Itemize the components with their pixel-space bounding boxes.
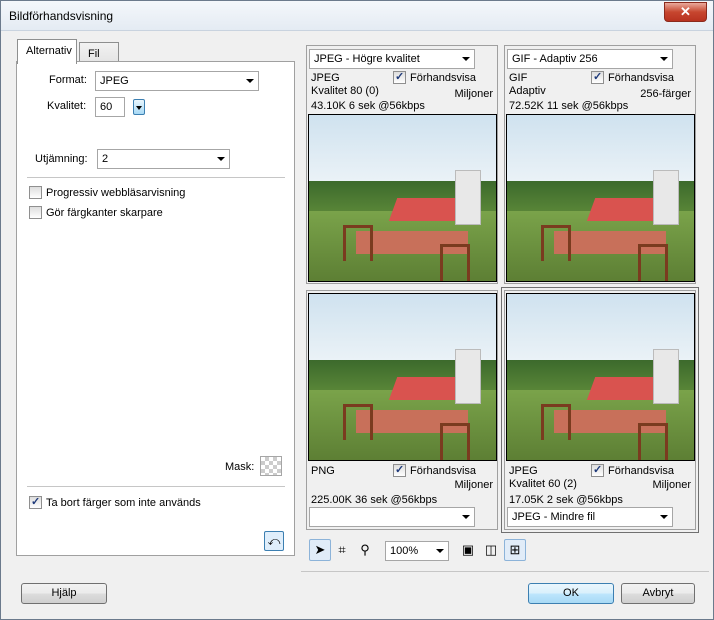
chevron-down-icon	[246, 79, 254, 83]
quality-text: Kvalitet 80 (0)	[311, 85, 379, 97]
divider	[27, 177, 285, 178]
format-select[interactable]: JPEG	[95, 71, 259, 91]
palette-text: Adaptiv	[509, 85, 546, 97]
checkbox-box[interactable]	[29, 495, 42, 509]
preset-select[interactable]: JPEG - Högre kvalitet	[309, 49, 475, 69]
preview-image	[308, 293, 497, 461]
crop-icon[interactable]: ⌗	[331, 539, 353, 561]
preview-checkbox[interactable]: Förhandsvisa	[393, 70, 477, 84]
preview-checkbox[interactable]: Förhandsvisa	[591, 70, 675, 84]
preset-select[interactable]: GIF - Adaptiv 256	[507, 49, 673, 69]
sharpen-checkbox[interactable]: Gör färgkanter skarpare	[29, 206, 163, 219]
stats-text: 72.52K 11 sek @56kbps	[509, 100, 629, 112]
preset-select[interactable]	[309, 507, 475, 527]
format-text: JPEG	[311, 72, 340, 84]
checkbox-box[interactable]	[393, 463, 406, 477]
help-button[interactable]: Hjälp	[21, 583, 107, 604]
colors-text: 256-färger	[640, 88, 691, 100]
remove-colors-checkbox[interactable]: Ta bort färger som inte används	[29, 495, 201, 509]
format-label: Format:	[49, 74, 87, 86]
checkbox-box[interactable]	[29, 206, 42, 219]
stats-text: 17.05K 2 sek @56kbps	[509, 494, 623, 506]
mask-button[interactable]	[260, 456, 282, 476]
dialog-window: Bildförhandsvisning ✕ Alternativ Fil For…	[0, 0, 714, 620]
checkbox-box[interactable]	[29, 186, 42, 199]
preview-image	[506, 293, 695, 461]
progressive-checkbox[interactable]: Progressiv webbläsarvisning	[29, 186, 185, 199]
format-text: PNG	[311, 465, 335, 477]
preset-select[interactable]: JPEG - Mindre fil	[507, 507, 673, 527]
format-text: GIF	[509, 72, 528, 84]
preview-checkbox[interactable]: Förhandsvisa	[591, 463, 675, 477]
preview-pane-3[interactable]: PNG Förhandsvisa Miljoner 225.00K 36 sek…	[306, 290, 498, 530]
preview-pane-1[interactable]: JPEG - Högre kvalitet JPEG Förhandsvisa …	[306, 45, 498, 284]
smoothing-label: Utjämning:	[35, 153, 88, 165]
preset-value: JPEG - Mindre fil	[512, 511, 596, 523]
smoothing-value: 2	[102, 153, 109, 165]
zoom-icon[interactable]: ⚲	[354, 539, 376, 561]
colors-text: Miljoner	[454, 479, 493, 491]
preview-label: Förhandsvisa	[410, 71, 477, 84]
zoom-value: 100%	[390, 545, 419, 557]
image-icon[interactable]: ▣	[457, 539, 479, 561]
quality-label: Kvalitet:	[47, 100, 87, 112]
quality-input[interactable]: 60	[95, 97, 125, 117]
chevron-down-icon	[462, 57, 470, 61]
remove-colors-label: Ta bort färger som inte används	[46, 496, 201, 509]
colors-text: Miljoner	[454, 88, 493, 100]
options-panel: Format: JPEG Kvalitet: 60 Utjämning: 2 P…	[16, 61, 295, 556]
smoothing-select[interactable]: 2	[97, 149, 230, 169]
chevron-down-icon	[660, 57, 668, 61]
close-button[interactable]: ✕	[664, 2, 707, 22]
preview-image	[308, 114, 497, 282]
quality-text: Kvalitet 60 (2)	[509, 478, 577, 490]
preview-label: Förhandsvisa	[608, 464, 675, 477]
window-title: Bildförhandsvisning	[9, 9, 114, 23]
format-value: JPEG	[100, 75, 129, 87]
quality-slider-button[interactable]	[133, 99, 145, 115]
checkbox-box[interactable]	[393, 70, 406, 84]
chevron-down-icon	[217, 157, 225, 161]
chevron-down-icon	[660, 515, 668, 519]
sharpen-label: Gör färgkanter skarpare	[46, 206, 163, 219]
ok-button[interactable]: OK	[528, 583, 614, 604]
preset-value: GIF - Adaptiv 256	[512, 53, 598, 65]
preview-image	[506, 114, 695, 282]
chevron-down-icon	[436, 549, 444, 553]
divider	[27, 486, 285, 487]
title-bar: Bildförhandsvisning ✕	[1, 1, 713, 31]
preview-label: Förhandsvisa	[410, 464, 477, 477]
two-up-icon[interactable]: ◫	[480, 539, 502, 561]
checkbox-box[interactable]	[591, 70, 604, 84]
zoom-select[interactable]: 100%	[385, 541, 449, 561]
divider	[301, 571, 709, 572]
cancel-button[interactable]: Avbryt	[621, 583, 695, 604]
preset-value: JPEG - Högre kvalitet	[314, 53, 420, 65]
four-up-icon[interactable]: ⊞	[504, 539, 526, 561]
chevron-down-icon	[462, 515, 470, 519]
preview-pane-4[interactable]: JPEG Förhandsvisa Kvalitet 60 (2) Miljon…	[501, 287, 699, 533]
preview-pane-2[interactable]: GIF - Adaptiv 256 GIF Förhandsvisa Adapt…	[504, 45, 696, 284]
preview-label: Förhandsvisa	[608, 71, 675, 84]
stats-text: 43.10K 6 sek @56kbps	[311, 100, 425, 112]
stats-text: 225.00K 36 sek @56kbps	[311, 494, 438, 506]
reset-icon[interactable]: ⤺	[264, 531, 284, 551]
mask-label: Mask:	[225, 461, 255, 473]
progressive-label: Progressiv webbläsarvisning	[46, 186, 186, 199]
pointer-icon[interactable]: ➤	[309, 539, 331, 561]
preview-checkbox[interactable]: Förhandsvisa	[393, 463, 477, 477]
format-text: JPEG	[509, 465, 538, 477]
checkbox-box[interactable]	[591, 463, 604, 477]
tab-alternativ[interactable]: Alternativ	[17, 39, 77, 64]
colors-text: Miljoner	[652, 479, 691, 491]
